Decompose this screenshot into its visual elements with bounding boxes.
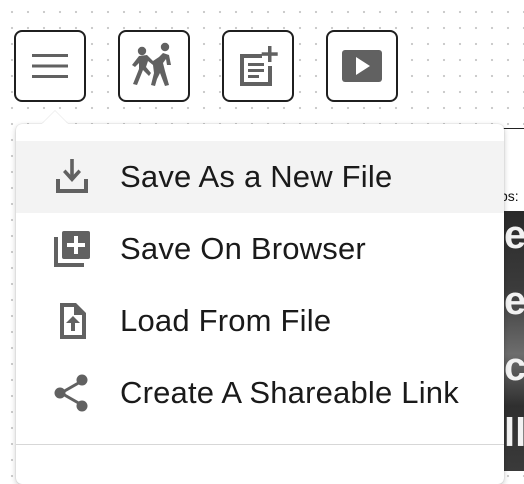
strip-char-4: ll [504, 411, 524, 455]
menu-button[interactable] [14, 30, 86, 102]
menu-item-save-on-browser[interactable]: Save On Browser [16, 213, 504, 285]
library-add-icon [52, 229, 92, 269]
file-upload-icon [52, 301, 92, 341]
menu-item-label: Load From File [120, 303, 332, 338]
menu-divider [16, 444, 504, 445]
menu-item-load-from-file[interactable]: Load From File [16, 285, 504, 357]
video-thumbnail-strip: e e c ll [502, 211, 524, 471]
people-button[interactable] [118, 30, 190, 102]
people-fighting-icon [132, 42, 171, 86]
download-icon [52, 157, 92, 197]
menu-caret [42, 111, 68, 124]
play-icon [342, 50, 382, 82]
strip-char-3: c [504, 345, 524, 390]
menu-item-create-shareable-link[interactable]: Create A Shareable Link [16, 357, 504, 429]
menu-item-label: Create A Shareable Link [120, 375, 459, 410]
share-icon [52, 373, 92, 413]
file-menu-dropdown: Save As a New File Save On Browser Load … [16, 111, 504, 484]
menu-item-label: Save On Browser [120, 231, 366, 266]
add-note-icon [240, 46, 278, 86]
add-note-button[interactable] [222, 30, 294, 102]
strip-char-1: e [504, 213, 524, 258]
menu-item-label: Save As a New File [120, 159, 393, 194]
menu-item-save-as-new-file[interactable]: Save As a New File [16, 141, 504, 213]
hamburger-menu-icon [32, 54, 68, 78]
strip-char-2: e [504, 279, 524, 324]
play-button[interactable] [326, 30, 398, 102]
